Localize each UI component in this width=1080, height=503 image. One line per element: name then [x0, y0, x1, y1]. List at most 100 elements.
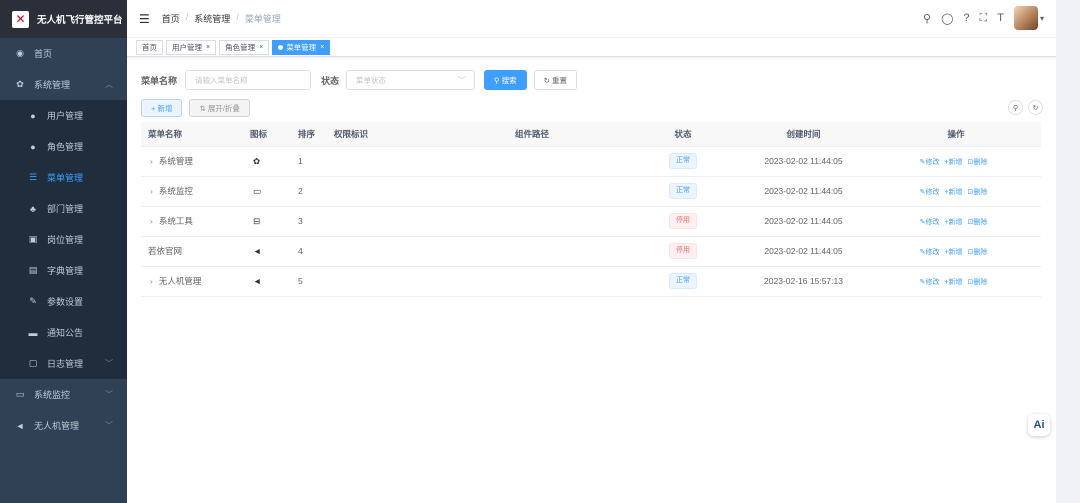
sidebar-item-label: 岗位管理 [47, 235, 84, 245]
sidebar-item-label: 部门管理 [47, 204, 84, 214]
perm-cell [334, 236, 434, 267]
table-row[interactable]: 若依官网 ◄ 4 停用 2023-02-02 11:44:05 ✎修改 +新增 ⊡删除 [141, 236, 1041, 267]
search-form: 菜单名称 请输入菜单名称 状态 菜单状态 ﹀ ⚲ 搜索 ↻ 重置 [141, 70, 1042, 90]
sidebar-item[interactable]: ◉ 首页 [0, 38, 127, 69]
edit-icon: ✎ [29, 296, 37, 306]
edit-button[interactable]: ✎修改 [920, 279, 940, 286]
status-select[interactable]: 菜单状态 ﹀ [346, 70, 476, 90]
sidebar-item[interactable]: ▬ 通知公告 [0, 317, 127, 348]
sort-cell: 2 [298, 176, 334, 207]
expand-icon[interactable]: › [150, 156, 153, 166]
sidebar-item[interactable]: ● 角色管理 [0, 131, 127, 162]
breadcrumb-item[interactable]: 系统管理 [194, 12, 230, 25]
created-time-cell: 2023-02-02 11:44:05 [736, 176, 871, 207]
menu-name-input[interactable]: 请输入菜单名称 [185, 70, 312, 90]
sidebar-item[interactable]: ♣ 部门管理 [0, 193, 127, 224]
sidebar-item-label: 通知公告 [47, 328, 84, 338]
page-scrollbar[interactable] [1056, 0, 1080, 503]
help-icon[interactable]: ? [963, 12, 969, 24]
table-row[interactable]: › 系统监控 ▭ 2 正常 2023-02-02 11:44:05 ✎修改 +新增 ⊡删除 [141, 176, 1041, 207]
github-icon[interactable]: ◯ [941, 12, 953, 25]
column-header: 图标 [250, 122, 298, 147]
fullscreen-icon[interactable]: ⛶ [980, 12, 988, 25]
expand-collapse-button[interactable]: ⇅ 展开/折叠 [189, 99, 250, 117]
menu-name: 无人机管理 [158, 276, 202, 286]
sidebar-item[interactable]: ▣ 岗位管理 [0, 224, 127, 255]
sidebar-item[interactable]: ✎ 参数设置 [0, 286, 127, 317]
table-row[interactable]: › 无人机管理 ◄ 5 正常 2023-02-16 15:57:13 ✎修改 +新增 ⊡删除 [141, 266, 1041, 297]
sidebar-item-label: 无人机管理 [34, 421, 80, 431]
tag-label: 首页 [142, 42, 157, 52]
status-cell: 正常 [630, 146, 736, 177]
menu-icon: ✿ [250, 146, 298, 177]
edit-button[interactable]: ✎修改 [920, 159, 940, 166]
perm-cell [334, 176, 434, 207]
tag-label: 角色管理 [225, 42, 256, 52]
menu-name: 系统监控 [158, 186, 193, 196]
sidebar-logo[interactable]: ✕ 无人机飞行管控平台 [0, 0, 127, 38]
tag-item[interactable]: 用户管理 × [166, 39, 217, 55]
delete-button[interactable]: ⊡删除 [968, 279, 988, 286]
sidebar-item[interactable]: ▭ 系统监控 ﹀ [0, 379, 127, 410]
close-icon[interactable]: × [206, 44, 210, 51]
created-time-cell: 2023-02-02 11:44:05 [736, 146, 871, 177]
search-button[interactable]: ⚲ 搜索 [484, 70, 527, 90]
expand-icon[interactable]: › [150, 216, 153, 226]
close-icon[interactable]: × [320, 44, 324, 51]
close-icon[interactable]: × [259, 44, 263, 51]
search-toggle-icon[interactable]: ⚲ [1008, 100, 1023, 115]
sidebar-item[interactable]: ▤ 字典管理 [0, 255, 127, 286]
add-child-button[interactable]: +新增 [944, 189, 962, 196]
component-cell [434, 176, 630, 207]
menu-icon: ▭ [250, 176, 298, 207]
tag-item[interactable]: 菜单管理 × [272, 39, 331, 55]
app-root: ✕ 无人机飞行管控平台 ◉ 首页 ✿ 系统管理 ︿ ● 用户管理 ● 角色管理 ☰ 菜单管理 ♣ 部门管… [0, 0, 1080, 503]
sidebar-item[interactable]: ✿ 系统管理 ︿ [0, 69, 127, 100]
edit-button[interactable]: ✎修改 [920, 189, 940, 196]
ai-assistant-button[interactable]: Ai [1028, 414, 1050, 436]
sidebar-item[interactable]: ▢ 日志管理 ﹀ [0, 348, 127, 379]
table-header-row: 菜单名称 图标 排序 权限标识 组件路径 状态 创建时间 操作 [141, 122, 1041, 147]
sidebar-item[interactable]: ● 用户管理 [0, 100, 127, 131]
user-icon: ● [30, 110, 36, 121]
sidebar-item-label: 日志管理 [47, 359, 84, 369]
refresh-icon[interactable]: ↻ [1028, 100, 1043, 115]
component-cell [434, 206, 630, 237]
main-area: ☰ 首页 / 系统管理 / 菜单管理 ⚲ ◯ ? ⛶ T ▾ 首页 用户管理 × 角色… [127, 0, 1056, 503]
actions-cell: ✎修改 +新增 ⊡删除 [871, 146, 1041, 177]
delete-button[interactable]: ⊡删除 [968, 249, 988, 256]
tags-view: 首页 用户管理 × 角色管理 × 菜单管理 × [127, 38, 1056, 57]
breadcrumb-item[interactable]: 首页 [162, 12, 180, 25]
table-row[interactable]: › 系统工具 ⊟ 3 停用 2023-02-02 11:44:05 ✎修改 +新增 ⊡删除 [141, 206, 1041, 237]
table-row[interactable]: › 系统管理 ✿ 1 正常 2023-02-02 11:44:05 ✎修改 +新增 ⊡删除 [141, 146, 1041, 177]
chevron-down-icon[interactable]: ▾ [1040, 14, 1044, 23]
sidebar-item[interactable]: ◄ 无人机管理 ﹀ [0, 410, 127, 441]
dashboard-icon: ◉ [16, 48, 24, 58]
column-header: 组件路径 [434, 122, 630, 147]
menu-icon: ◄ [250, 236, 298, 267]
search-icon[interactable]: ⚲ [923, 12, 931, 25]
status-badge: 正常 [669, 153, 697, 169]
edit-button[interactable]: ✎修改 [920, 249, 940, 256]
reset-button[interactable]: ↻ 重置 [533, 70, 577, 90]
hamburger-icon[interactable]: ☰ [139, 12, 150, 26]
add-button[interactable]: + 新增 [141, 99, 183, 117]
delete-button[interactable]: ⊡删除 [968, 219, 988, 226]
tag-item[interactable]: 角色管理 × [219, 39, 270, 55]
delete-button[interactable]: ⊡删除 [968, 159, 988, 166]
size-select-icon[interactable]: T [997, 12, 1004, 24]
actions-cell: ✎修改 +新增 ⊡删除 [871, 266, 1041, 297]
add-child-button[interactable]: +新增 [944, 279, 962, 286]
delete-button[interactable]: ⊡删除 [968, 189, 988, 196]
edit-button[interactable]: ✎修改 [920, 219, 940, 226]
add-child-button[interactable]: +新增 [944, 249, 962, 256]
sidebar-item[interactable]: ☰ 菜单管理 [0, 162, 127, 193]
sort-cell: 3 [298, 206, 334, 237]
avatar[interactable] [1013, 6, 1038, 30]
chevron-down-icon: ﹀ [458, 75, 467, 85]
tag-item[interactable]: 首页 [136, 39, 163, 55]
add-child-button[interactable]: +新增 [944, 159, 962, 166]
add-child-button[interactable]: +新增 [944, 219, 962, 226]
expand-icon[interactable]: › [150, 186, 153, 196]
expand-icon[interactable]: › [150, 276, 153, 286]
